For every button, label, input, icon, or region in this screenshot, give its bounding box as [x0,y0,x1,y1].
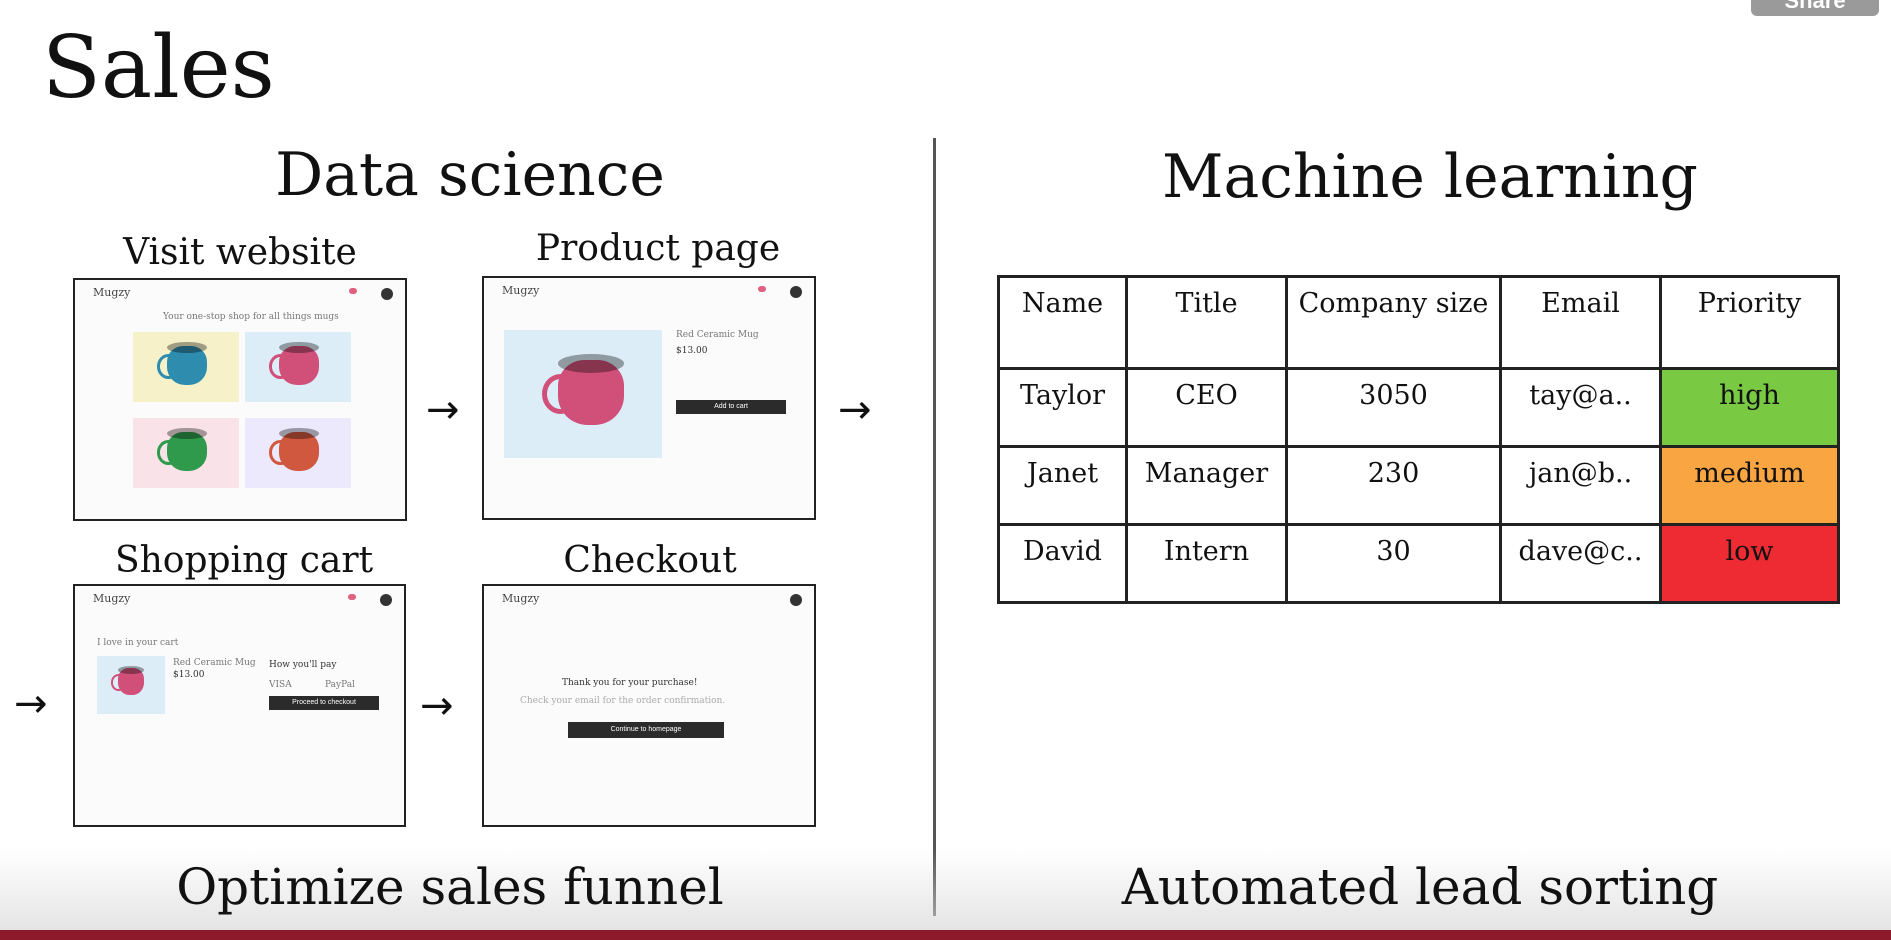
checkout-screenshot: Mugzy Thank you for your purchase! Check… [482,584,816,827]
product-tile [245,332,351,402]
cart-item-price: $13.00 [173,670,205,680]
cell-title: Manager [1125,445,1288,526]
add-to-cart-button[interactable]: Add to cart [676,400,786,414]
accent-bar [0,930,1891,940]
step-label-checkout: Checkout [563,540,737,581]
heart-icon [349,288,357,294]
cell-email: tay@a.. [1499,367,1662,448]
brand-logo: Mugzy [502,592,540,605]
section-divider [933,138,936,916]
step-label-cart: Shopping cart [114,540,374,581]
cell-email: dave@c.. [1499,523,1662,604]
cell-priority: low [1659,523,1840,604]
table-row: David Intern 30 dave@c.. low [997,523,1840,604]
cart-item-image [97,656,165,714]
cart-heading: I love in your cart [97,638,179,648]
caption-left: Optimize sales funnel [176,858,724,916]
confirmation-note: Check your email for the order confirmat… [520,696,726,706]
product-name: Red Ceramic Mug [676,330,759,340]
payment-option-visa[interactable]: VISA [269,680,292,690]
cell-title: CEO [1125,367,1288,448]
mug-image [157,342,219,386]
cell-name: Janet [997,445,1128,526]
mug-image [269,342,331,386]
arrow-right-icon: → [14,681,48,727]
mug-image [157,428,219,472]
cell-title: Intern [1125,523,1288,604]
brand-logo: Mugzy [93,592,131,605]
table-header-row: Name Title Company size Email Priority [997,275,1840,370]
arrow-right-icon: → [838,387,872,433]
mug-rim [117,666,144,674]
cell-company-size: 230 [1285,445,1502,526]
cell-email: jan@b.. [1499,445,1662,526]
machine-learning-title: Machine learning [1162,142,1698,212]
brand-logo: Mugzy [502,284,540,297]
heart-icon [758,286,766,292]
heart-icon [348,594,356,600]
column-header-email: Email [1499,275,1662,370]
mug-rim [557,354,624,373]
column-header-company-size: Company size [1285,275,1502,370]
cell-name: Taylor [997,367,1128,448]
product-tile [245,418,351,488]
arrow-right-icon: → [420,683,454,729]
brand-logo: Mugzy [93,286,131,299]
column-header-priority: Priority [1659,275,1840,370]
payment-option-paypal[interactable]: PayPal [325,680,355,690]
proceed-to-checkout-button[interactable]: Proceed to checkout [269,696,379,710]
product-price: $13.00 [676,346,708,356]
avatar [381,288,393,300]
continue-to-homepage-button[interactable]: Continue to homepage [568,722,724,738]
step-label-product: Product page [535,228,781,269]
slide-title: Sales [42,18,275,118]
mug-image [269,428,331,472]
visit-website-screenshot: Mugzy Your one-stop shop for all things … [73,278,407,521]
table-row: Taylor CEO 3050 tay@a.. high [997,367,1840,448]
cell-company-size: 30 [1285,523,1502,604]
product-tile [133,418,239,488]
table-row: Janet Manager 230 jan@b.. medium [997,445,1840,526]
cell-company-size: 3050 [1285,367,1502,448]
step-label-visit: Visit website [123,232,357,273]
product-tile [133,332,239,402]
column-header-title: Title [1125,275,1288,370]
product-page-screenshot: Mugzy Red Ceramic Mug $13.00 Add to cart [482,276,816,520]
cell-priority: high [1659,367,1840,448]
thank-you-message: Thank you for your purchase! [562,678,698,688]
mug-image [111,666,152,696]
product-image [504,330,662,458]
mug-image [542,354,644,426]
data-science-title: Data science [275,140,665,210]
cell-priority: medium [1659,445,1840,526]
payment-heading: How you'll pay [269,660,337,670]
cart-item-name: Red Ceramic Mug [173,658,256,668]
avatar [790,594,802,606]
caption-right: Automated lead sorting [1121,858,1719,916]
cell-name: David [997,523,1128,604]
avatar [790,286,802,298]
store-tagline: Your one-stop shop for all things mugs [163,312,339,322]
share-button[interactable]: Share [1751,0,1879,16]
shopping-cart-screenshot: Mugzy I love in your cart Red Ceramic Mu… [73,584,406,827]
arrow-right-icon: → [426,387,460,433]
avatar [380,594,392,606]
share-label: Share [1784,0,1846,13]
column-header-name: Name [997,275,1128,370]
lead-table: Name Title Company size Email Priority T… [997,275,1840,604]
